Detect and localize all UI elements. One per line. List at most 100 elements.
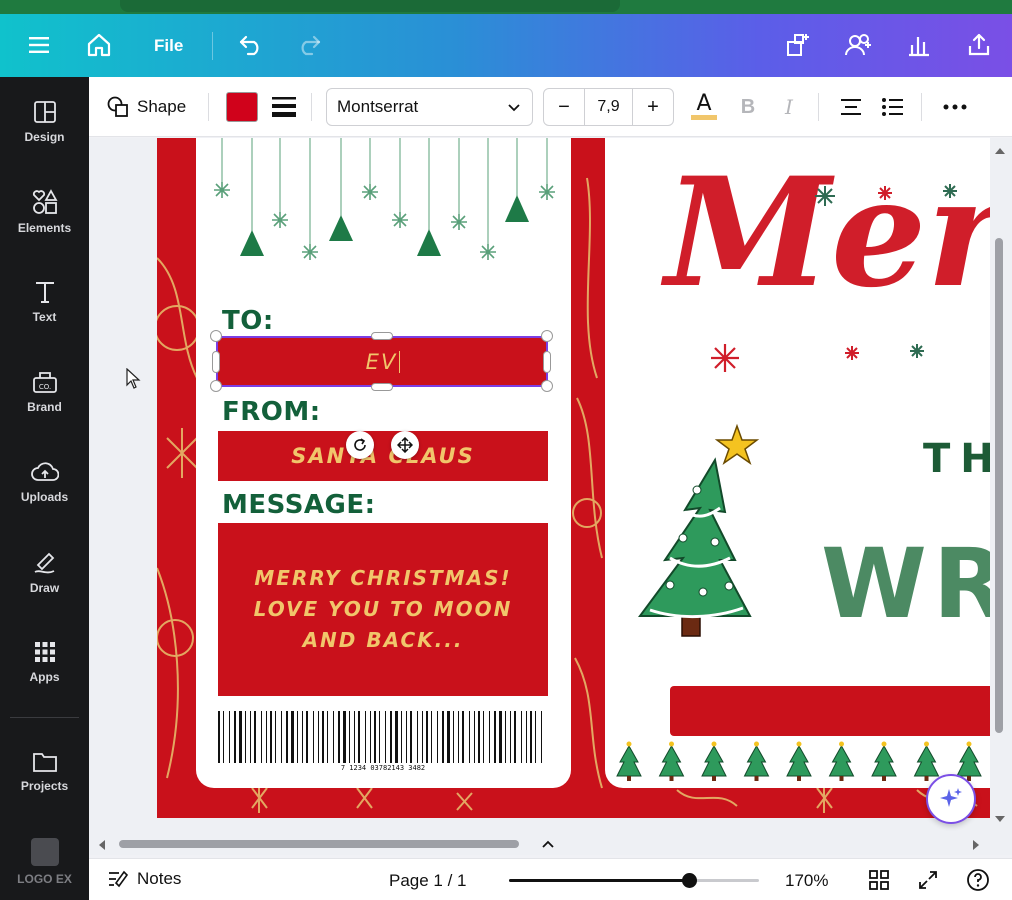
chevron-down-icon — [508, 104, 520, 112]
from-text-box[interactable]: SANTA CLAUS — [218, 431, 548, 481]
shape-button[interactable]: Shape — [107, 93, 186, 121]
sidebar-item-uploads[interactable]: Uploads — [0, 447, 89, 517]
message-line: LOVE YOU TO MOON — [253, 597, 513, 621]
message-text-box[interactable]: MERRY CHRISTMAS! LOVE YOU TO MOON AND BA… — [218, 523, 548, 696]
draw-icon — [34, 552, 54, 574]
zoom-slider-knob[interactable] — [682, 873, 697, 888]
align-center-icon[interactable] — [837, 93, 865, 121]
scroll-left-icon[interactable] — [97, 839, 107, 851]
barcode-image — [218, 711, 542, 763]
resize-handle-bottom-right[interactable] — [541, 380, 553, 392]
italic-button[interactable]: I — [775, 93, 803, 121]
border-style-icon[interactable] — [272, 94, 296, 118]
top-header: File — [0, 14, 1012, 77]
undo-icon[interactable] — [234, 28, 268, 62]
address-bar-edge — [120, 0, 620, 12]
sidebar-item-design[interactable]: Design — [0, 87, 89, 157]
more-options-icon[interactable] — [941, 93, 969, 121]
font-size-input[interactable]: 7,9 — [584, 89, 633, 125]
vertical-scrollbar[interactable] — [990, 138, 1012, 835]
rotate-icon — [354, 438, 366, 451]
sidebar-item-label: Draw — [29, 581, 60, 595]
sidebar-item-logo-ex[interactable]: LOGO EX — [0, 827, 89, 897]
resize-handle-top-left[interactable] — [210, 330, 222, 342]
sidebar-item-label: Elements — [17, 221, 72, 235]
resize-handle-top[interactable] — [371, 332, 393, 340]
sidebar-item-draw[interactable]: Draw — [0, 537, 89, 607]
chevron-up-icon[interactable] — [541, 839, 555, 849]
page-indicator[interactable]: Page 1 / 1 — [389, 871, 467, 891]
help-icon[interactable] — [965, 867, 991, 893]
resize-handle-left[interactable] — [212, 351, 220, 373]
font-family-dropdown[interactable]: Montserrat — [326, 88, 533, 126]
snowflake-icon — [711, 344, 739, 372]
increase-font-size-button[interactable]: + — [633, 89, 673, 125]
sidebar-item-apps[interactable]: Apps — [0, 627, 89, 697]
sidebar-item-elements[interactable]: Elements — [0, 177, 89, 247]
gift-tag-right: Merry THI WRI — [605, 138, 1012, 788]
zoom-slider[interactable] — [509, 873, 759, 888]
message-line: AND BACK... — [302, 628, 464, 652]
resize-icon[interactable] — [781, 28, 815, 62]
snowflakes-decoration — [815, 184, 957, 360]
browser-chrome-strip — [0, 0, 1012, 14]
horizontal-scrollbar[interactable] — [89, 835, 1012, 855]
header-divider — [212, 32, 213, 60]
file-menu[interactable]: File — [140, 32, 197, 60]
redo-icon[interactable] — [292, 28, 326, 62]
export-icon[interactable] — [962, 28, 996, 62]
editor-toolbar: Shape Montserrat − 7,9 + A B I — [89, 77, 1012, 137]
toolbar-divider — [818, 93, 819, 121]
menu-icon[interactable] — [22, 28, 56, 62]
bold-button[interactable]: B — [734, 93, 762, 121]
magic-assistant-button[interactable] — [926, 774, 976, 824]
zoom-level[interactable]: 170% — [785, 871, 828, 891]
wri-text: WRI — [821, 528, 1012, 640]
resize-handle-bottom-left[interactable] — [210, 380, 222, 392]
scroll-up-icon[interactable] — [994, 146, 1006, 156]
scroll-down-icon[interactable] — [994, 814, 1006, 824]
fullscreen-icon[interactable] — [915, 867, 941, 893]
notes-button[interactable]: Notes — [107, 869, 181, 889]
move-icon — [397, 437, 413, 453]
message-line: MERRY CHRISTMAS! — [254, 566, 512, 590]
notes-icon — [109, 870, 129, 888]
share-people-icon[interactable] — [842, 28, 876, 62]
text-color-button[interactable]: A — [690, 93, 718, 121]
from-label: FROM: — [222, 397, 321, 427]
resize-handle-bottom[interactable] — [371, 383, 393, 391]
left-sidebar: Design Elements Text CO. Brand Uploads D… — [0, 77, 89, 900]
bottom-bar: Notes Page 1 / 1 170% — [89, 858, 1012, 900]
fill-color-swatch[interactable] — [226, 92, 258, 122]
home-icon[interactable] — [82, 28, 116, 62]
resize-handle-top-right[interactable] — [541, 330, 553, 342]
toolbar-divider — [921, 93, 922, 121]
vertical-scroll-thumb[interactable] — [995, 238, 1003, 733]
brand-icon: CO. — [32, 372, 57, 393]
text-icon — [35, 282, 54, 303]
list-icon[interactable] — [879, 93, 907, 121]
sidebar-item-projects[interactable]: Projects — [0, 737, 89, 807]
rotate-handle[interactable] — [346, 431, 374, 459]
horizontal-scroll-thumb[interactable] — [119, 840, 519, 848]
sidebar-item-brand[interactable]: CO. Brand — [0, 357, 89, 427]
sidebar-item-label: LOGO EX — [17, 872, 72, 886]
elements-icon — [32, 189, 58, 214]
move-handle[interactable] — [391, 431, 419, 459]
selection-frame — [216, 336, 548, 387]
gift-tag-left: TO: EV FROM: SANTA CLAUS MESSAGE: MERRY … — [196, 138, 571, 788]
scroll-right-icon[interactable] — [971, 839, 981, 851]
decrease-font-size-button[interactable]: − — [544, 89, 584, 125]
resize-handle-right[interactable] — [543, 351, 551, 373]
grid-view-icon[interactable] — [866, 867, 892, 893]
sidebar-item-label: Uploads — [20, 490, 69, 504]
analytics-icon[interactable] — [902, 28, 936, 62]
sidebar-item-label: Apps — [29, 670, 60, 684]
sidebar-item-text[interactable]: Text — [0, 267, 89, 337]
apps-icon — [34, 642, 55, 662]
design-canvas[interactable]: TO: EV FROM: SANTA CLAUS MESSAGE: MERRY … — [89, 138, 1012, 835]
toolbar-divider — [311, 93, 312, 121]
name-banner — [670, 686, 1005, 736]
font-size-stepper: − 7,9 + — [543, 88, 674, 126]
barcode-number: 7 1234 03782143 3482 — [340, 764, 426, 772]
